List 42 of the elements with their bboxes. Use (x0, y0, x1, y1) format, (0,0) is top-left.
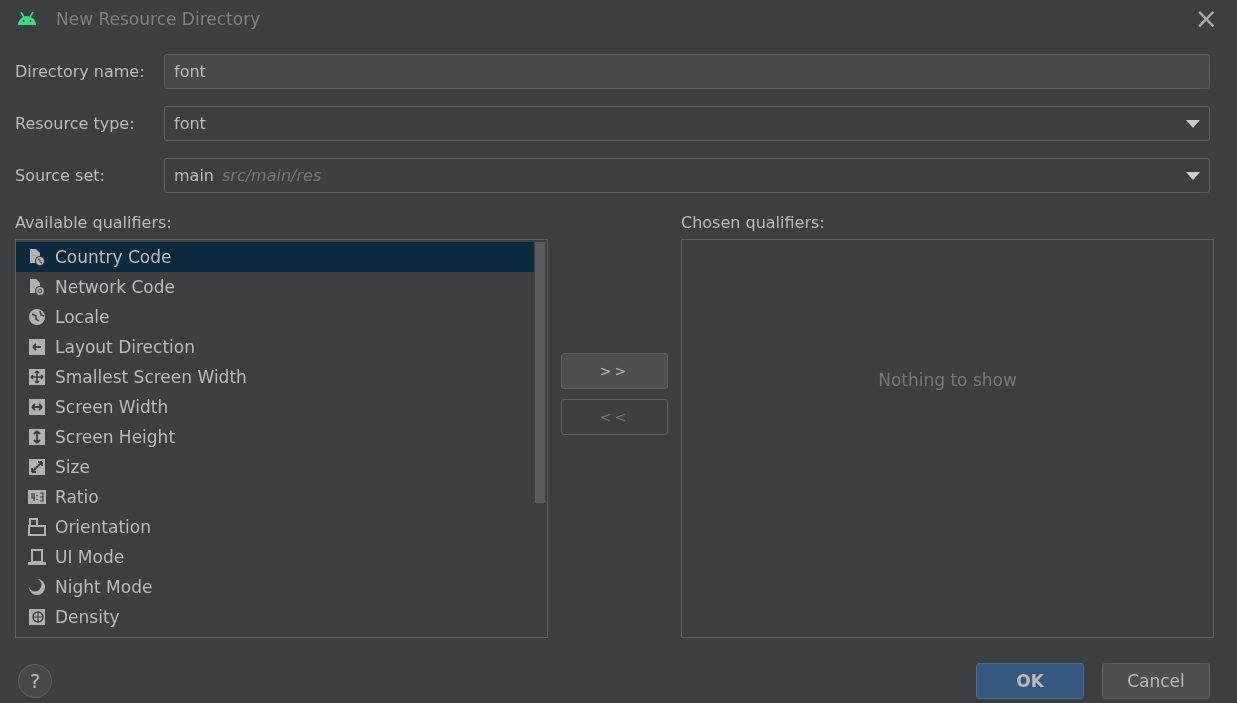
qualifier-item[interactable]: Night Mode (16, 572, 534, 602)
ratio-icon (28, 488, 46, 506)
qualifier-item[interactable]: Smallest Screen Width (16, 362, 534, 392)
qualifier-item[interactable]: Screen Width (16, 392, 534, 422)
qualifier-item[interactable]: Network Code (16, 272, 534, 302)
move-button[interactable]: >> (561, 353, 668, 389)
android-logo-icon (17, 12, 37, 25)
dropdown-caret-icon (1186, 119, 1200, 128)
qualifier-item[interactable]: Density (16, 602, 534, 632)
dropdown-field[interactable]: font (164, 106, 1210, 141)
window-title: New Resource Directory (56, 8, 262, 29)
diagonal-arrow-icon (28, 458, 46, 476)
qualifier-item[interactable]: UI Mode (16, 542, 534, 572)
help-button[interactable]: ? (18, 664, 52, 698)
sim-antenna-icon (28, 278, 46, 296)
cancel-button[interactable]: Cancel (1102, 663, 1210, 699)
crescent-moon-icon (28, 578, 46, 596)
field-label: Directory name: (15, 62, 146, 81)
rotated-rectangles-icon (28, 518, 46, 536)
globe-icon (28, 308, 46, 326)
density-icon (28, 608, 46, 626)
sim-globe-icon (28, 248, 46, 266)
scrollbar-thumb[interactable] (535, 242, 545, 503)
chosen-qualifier-list: Nothing to show (681, 239, 1214, 638)
close-button[interactable]: × (1190, 4, 1222, 33)
ok-button[interactable]: OK (976, 663, 1084, 699)
field-label: Source set: (15, 166, 106, 185)
list-label: Available qualifiers: (15, 213, 173, 232)
qualifier-item[interactable]: Orientation (16, 512, 534, 542)
qualifier-item[interactable]: Screen Height (16, 422, 534, 452)
directory-name-field[interactable]: font (164, 54, 1210, 89)
qualifier-item[interactable]: Size (16, 452, 534, 482)
qualifier-item[interactable]: Locale (16, 302, 534, 332)
qualifier-item[interactable]: Country Code (16, 242, 534, 272)
list-label: Chosen qualifiers: (681, 213, 826, 232)
four-way-arrows-icon (28, 368, 46, 386)
dropdown-field[interactable]: main src/main/res (164, 158, 1210, 193)
field-label: Resource type: (15, 114, 136, 133)
qualifier-item[interactable]: Ratio (16, 482, 534, 512)
desk-icon (28, 548, 46, 566)
qualifier-item[interactable]: Layout Direction (16, 332, 534, 362)
dropdown-caret-icon (1186, 171, 1200, 180)
